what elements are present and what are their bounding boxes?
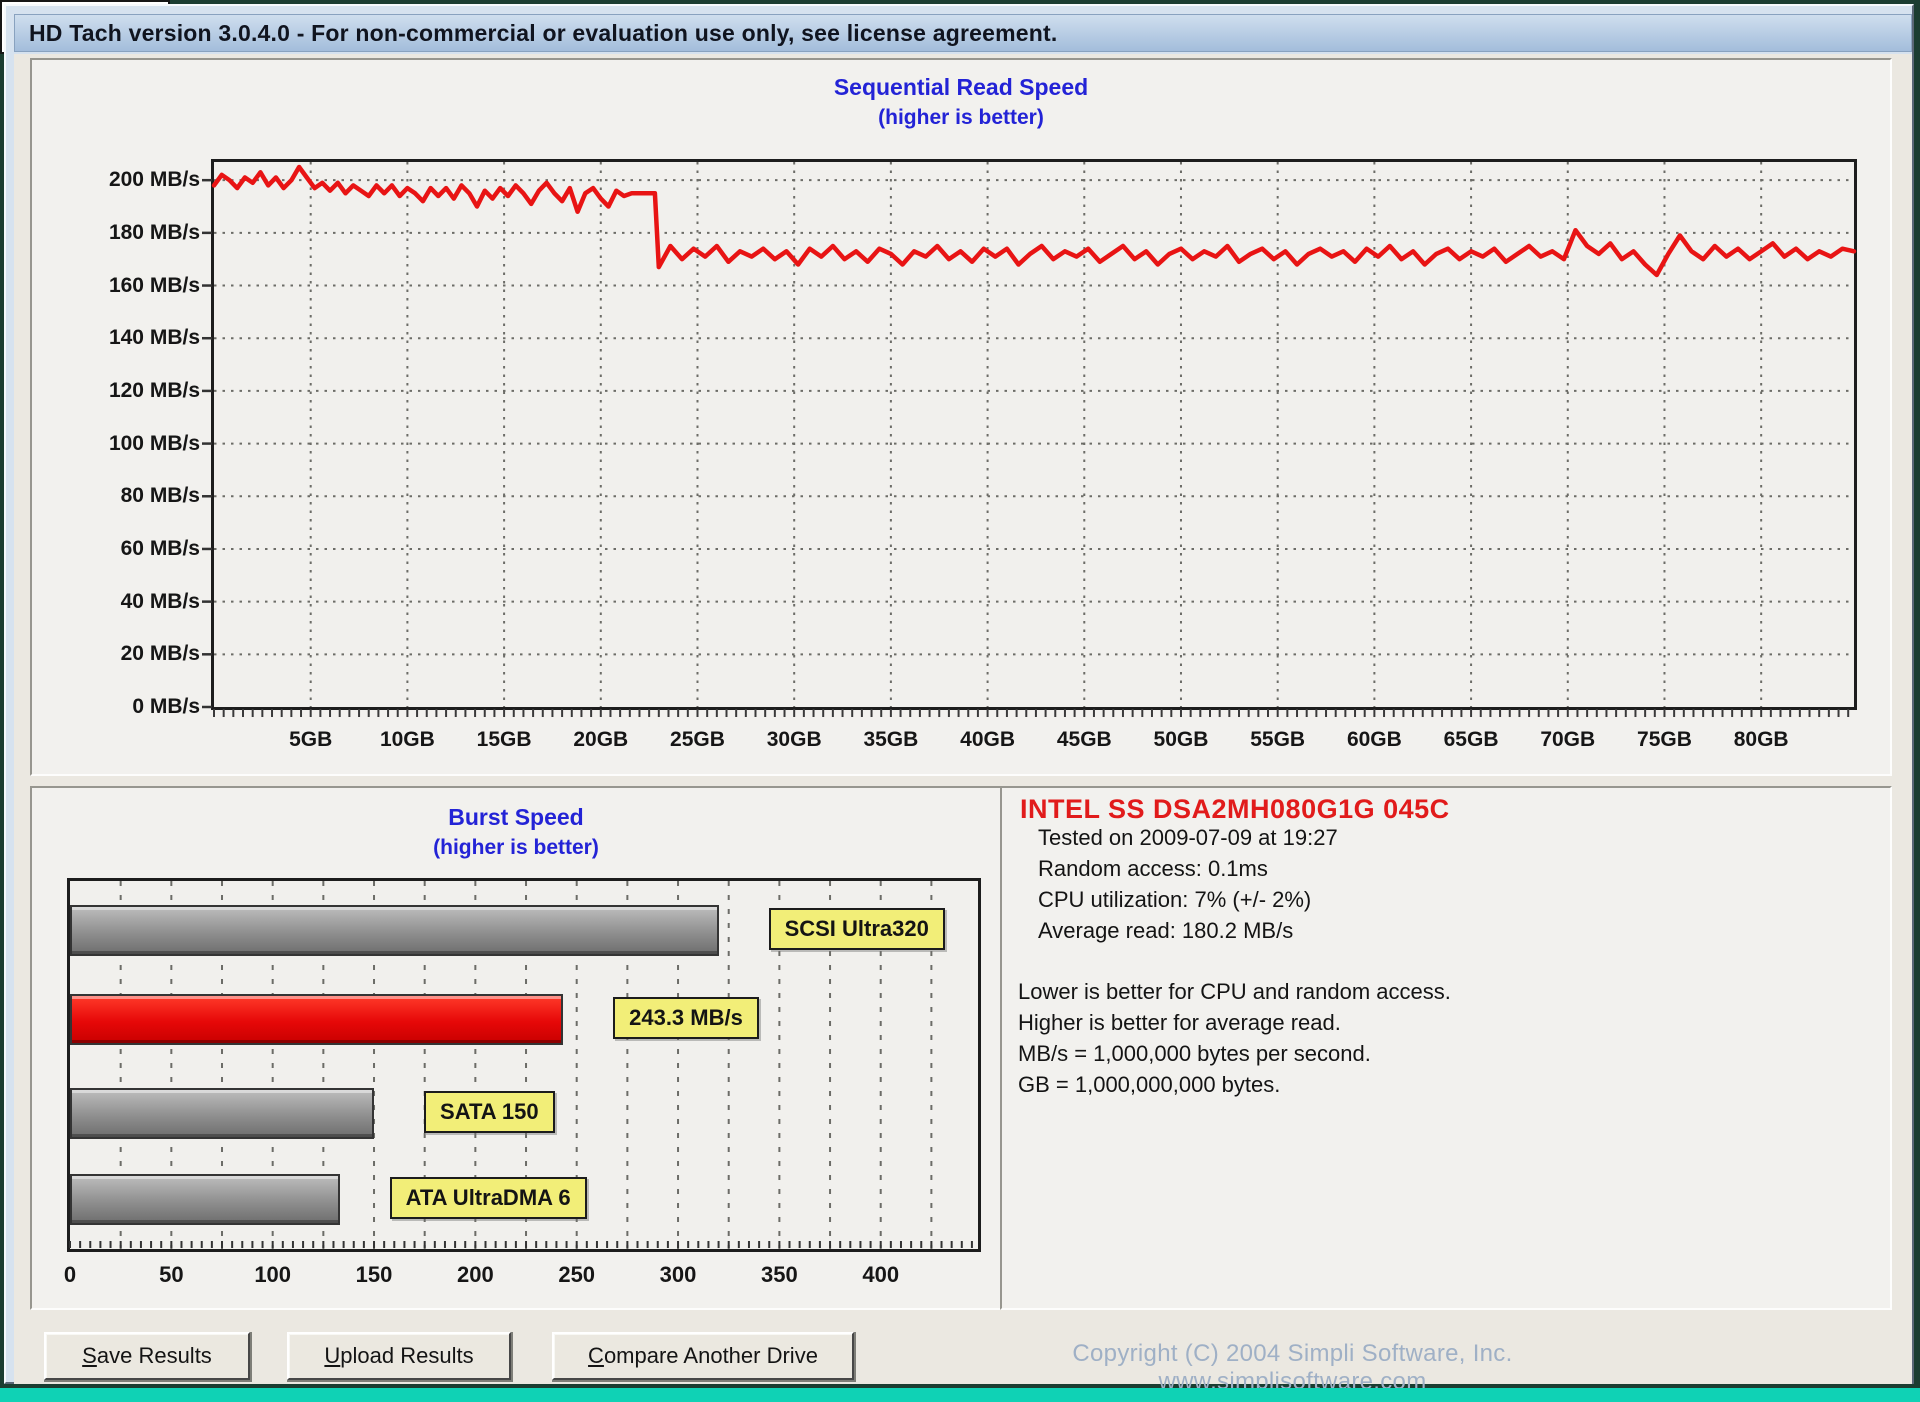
x-axis-tick-label: 30GB [766, 728, 822, 751]
burst-bar-label: 243.3 MB/s [613, 997, 759, 1039]
x-axis-tick-label: 15GB [476, 728, 532, 751]
y-axis-tick-label: 180 MB/s [108, 220, 200, 244]
note-line: Lower is better for CPU and random acces… [1018, 979, 1451, 1004]
info-line: Tested on 2009-07-09 at 19:27 [1038, 825, 1338, 850]
burst-axis-tick-label: 50 [159, 1262, 184, 1287]
y-axis-tick-label: 20 MB/s [120, 642, 200, 666]
sequential-chart-title: Sequential Read Speed [833, 74, 1089, 100]
burst-bar-label: ATA UltraDMA 6 [389, 1177, 587, 1219]
burst-chart-subtitle: (higher is better) [433, 836, 599, 859]
burst-bar-label: SATA 150 [424, 1091, 555, 1133]
y-axis-tick-label: 140 MB/s [108, 326, 200, 350]
x-axis-tick-label: 10GB [379, 728, 435, 751]
y-axis-tick-label: 80 MB/s [120, 484, 200, 508]
info-line: Random access: 0.1ms [1038, 856, 1268, 881]
x-axis-tick-label: 5GB [289, 728, 333, 751]
x-axis-tick-label: 75GB [1637, 728, 1692, 751]
burst-speed-panel: Burst Speed (higher is better) SCSI Ultr… [30, 786, 1002, 1310]
drive-stats: Tested on 2009-07-09 at 19:27 Random acce… [1038, 822, 1338, 946]
burst-bar [70, 905, 719, 956]
sequential-chart-subtitle: (higher is better) [878, 106, 1044, 129]
y-axis-tick-label: 40 MB/s [120, 589, 200, 613]
x-axis-tick-label: 45GB [1056, 728, 1112, 751]
info-line: Average read: 180.2 MB/s [1038, 918, 1294, 943]
burst-axis-tick-label: 200 [456, 1262, 494, 1287]
burst-bar [70, 1088, 374, 1139]
x-axis-tick-label: 55GB [1250, 728, 1306, 751]
note-line: GB = 1,000,000,000 bytes. [1018, 1072, 1281, 1097]
drive-info-panel: INTEL SS DSA2MH080G1G 045C Tested on 200… [1000, 786, 1892, 1310]
burst-bar [70, 1174, 340, 1225]
x-axis-tick-label: 20GB [573, 728, 629, 751]
y-axis-tick-label: 200 MB/s [108, 168, 200, 192]
upload-results-button[interactable]: Upload Results [287, 1332, 511, 1380]
burst-axis-tick-label: 0 [63, 1262, 77, 1287]
y-axis-tick-label: 120 MB/s [108, 378, 200, 402]
x-axis-tick-label: 35GB [863, 728, 919, 751]
drive-name: INTEL SS DSA2MH080G1G 045C [1020, 794, 1450, 824]
x-axis-tick-label: 80GB [1733, 728, 1789, 751]
compare-another-drive-button[interactable]: Compare Another Drive [552, 1332, 854, 1380]
y-axis-tick-label: 60 MB/s [120, 536, 200, 560]
y-axis-tick-label: 160 MB/s [108, 273, 200, 297]
sequential-read-chart [202, 159, 1857, 717]
burst-axis-tick-label: 350 [761, 1262, 798, 1287]
burst-axis-tick-label: 250 [558, 1262, 596, 1287]
burst-axis-tick-label: 100 [254, 1262, 292, 1287]
x-axis-tick-label: 60GB [1346, 728, 1402, 751]
burst-bar-label: SCSI Ultra320 [768, 908, 945, 950]
desktop-edge-strip [0, 1388, 1920, 1402]
x-axis-tick-label: 65GB [1443, 728, 1499, 751]
burst-speed-chart: SCSI Ultra320 243.3 MB/s SATA 150 ATA Ultra… [67, 878, 981, 1252]
window-title: HD Tach version 3.0.4.0 - For non-commer… [29, 19, 1058, 46]
info-line: CPU utilization: 7% (+/- 2%) [1038, 887, 1312, 912]
burst-axis-tick-label: 150 [355, 1262, 393, 1287]
x-axis-tick-label: 70GB [1540, 728, 1596, 751]
burst-axis-tick-label: 300 [659, 1262, 697, 1287]
sequential-read-line [211, 164, 1857, 278]
y-axis-tick-label: 0 MB/s [132, 695, 200, 718]
title-bar[interactable]: HD Tach version 3.0.4.0 - For non-commer… [14, 14, 1912, 52]
legend-notes: Lower is better for CPU and random acces… [1018, 976, 1451, 1100]
x-axis-tick-label: 50GB [1153, 728, 1209, 751]
save-results-button[interactable]: Save Results [44, 1332, 250, 1380]
x-axis-tick-label: 25GB [670, 728, 725, 751]
burst-axis-tick-label: 400 [862, 1262, 900, 1287]
x-axis-tick-label: 40GB [960, 728, 1015, 751]
sequential-read-line-chart [202, 162, 1857, 717]
sequential-read-panel: Sequential Read Speed (higher is better)… [30, 58, 1892, 776]
note-line: MB/s = 1,000,000 bytes per second. [1018, 1041, 1371, 1066]
note-line: Higher is better for average read. [1018, 1010, 1341, 1035]
burst-bar-this-drive [70, 994, 563, 1045]
y-axis-tick-label: 100 MB/s [108, 431, 200, 455]
burst-chart-title: Burst Speed [448, 804, 584, 830]
